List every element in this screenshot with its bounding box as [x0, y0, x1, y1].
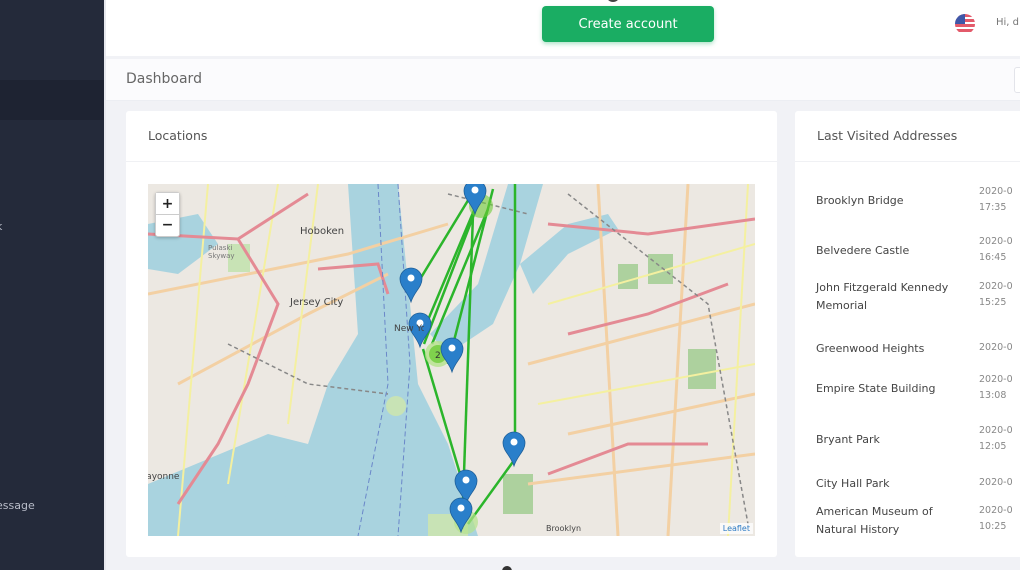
map-label-hoboken: Hoboken: [300, 226, 345, 237]
map-tiles: 2: [148, 184, 755, 536]
map-label-pulaski-skyway: Pulaski Skyway: [208, 244, 235, 260]
zoom-in-button[interactable]: +: [156, 193, 179, 214]
visited-timestamp: 2020-0 17:35: [979, 186, 1013, 213]
visited-timestamp: 2020-0 15:25: [979, 281, 1013, 308]
visited-address-name: Bryant Park: [816, 433, 880, 446]
visited-address-name: American Museum of Natural History: [816, 505, 933, 536]
map-label-new-york: New York: [394, 324, 424, 334]
visited-timestamp: 2020-0 13:08: [979, 374, 1013, 401]
locations-map[interactable]: 2 Hoboken Jersey City New York Brooklyn …: [148, 184, 755, 536]
visited-timestamp: 2020-0 12:05: [979, 425, 1013, 452]
visited-timestamp: 2020-0 16:45: [979, 236, 1013, 263]
map-zoom-control: + −: [155, 192, 180, 237]
map-attribution-link[interactable]: Leaflet: [719, 523, 753, 534]
visited-timestamp: 2020-0: [979, 342, 1013, 353]
scroll-indicator: [502, 566, 512, 570]
sidebar: k essage: [0, 0, 104, 570]
visited-address-name: Empire State Building: [816, 382, 936, 395]
visited-timestamp: 2020-0: [979, 477, 1013, 488]
last-visited-title: Last Visited Addresses: [795, 111, 1020, 162]
breadcrumb-action[interactable]: [1014, 67, 1020, 93]
breadcrumb: Dashboard: [106, 59, 1020, 101]
visited-address-name: Belvedere Castle: [816, 244, 910, 257]
locations-card: Locations 2 Hoboken Jersey City New Yo B…: [126, 111, 777, 557]
create-account-button[interactable]: Create account: [542, 6, 714, 42]
visited-address-name: City Hall Park: [816, 477, 890, 490]
cluster-count: 2: [435, 351, 441, 361]
visited-address-name: Greenwood Heights: [816, 342, 925, 355]
us-flag-icon[interactable]: [955, 14, 975, 34]
sidebar-item-label[interactable]: essage: [0, 499, 35, 512]
visited-timestamp: 2020-0 10:25: [979, 505, 1013, 532]
visited-address-name: Brooklyn Bridge: [816, 194, 904, 207]
map-label-bayonne: Bayonne: [148, 472, 180, 482]
map-label-jersey-city: Jersey City: [290, 297, 344, 308]
last-visited-card: Last Visited Addresses Brooklyn Bridge 20…: [795, 111, 1020, 557]
zoom-out-button[interactable]: −: [156, 214, 179, 235]
top-bar: Create account: [106, 0, 1020, 56]
map-label-brooklyn: Brooklyn: [546, 524, 582, 533]
sidebar-item-label[interactable]: k: [0, 220, 2, 233]
visited-address-name: John Fitzgerald Kennedy Memorial: [816, 281, 949, 312]
page-heading-fragment: [598, 0, 628, 4]
locations-card-title: Locations: [126, 111, 777, 162]
page-title: Dashboard: [126, 71, 202, 87]
sidebar-item-active[interactable]: [0, 80, 104, 120]
user-greeting[interactable]: Hi, d: [996, 17, 1019, 28]
